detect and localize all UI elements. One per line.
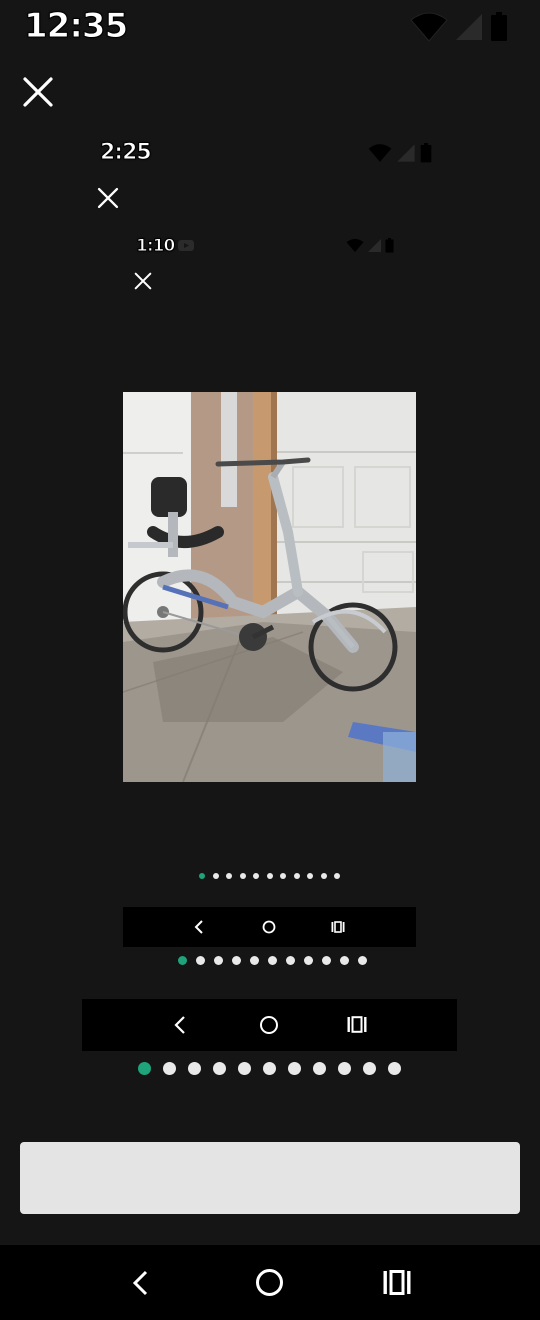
page-indicator <box>138 1062 401 1075</box>
status-time: 12:35 <box>23 6 128 47</box>
page-dot[interactable] <box>212 873 219 879</box>
page-dot[interactable] <box>226 873 232 879</box>
page-dot[interactable] <box>280 873 286 879</box>
close-icon-nested[interactable] <box>97 187 119 209</box>
page-dot[interactable] <box>322 956 331 965</box>
page-dot[interactable] <box>338 1062 351 1075</box>
page-dot[interactable] <box>213 1062 226 1075</box>
page-indicator-nested <box>178 956 367 965</box>
page-dot[interactable] <box>307 873 313 879</box>
page-dot[interactable] <box>196 956 205 965</box>
battery-icon <box>420 143 432 163</box>
page-dot[interactable] <box>268 956 277 965</box>
youtube-icon <box>178 240 194 251</box>
recents-icon[interactable] <box>331 921 345 933</box>
recents-icon[interactable] <box>383 1270 411 1295</box>
page-dot[interactable] <box>388 1062 401 1075</box>
wifi-icon <box>346 238 364 253</box>
page-dot[interactable] <box>363 1062 376 1075</box>
close-icon[interactable] <box>22 76 54 108</box>
page-dot[interactable] <box>334 873 340 879</box>
page-dot[interactable] <box>293 873 300 879</box>
page-dot[interactable] <box>263 1062 276 1075</box>
status-time-nested: 2:25 <box>100 140 153 166</box>
page-dot[interactable] <box>239 873 246 879</box>
page-dot[interactable] <box>313 1062 326 1075</box>
page-indicator-nested-2 <box>199 873 340 879</box>
page-dot[interactable] <box>288 1062 301 1075</box>
close-icon-nested-2[interactable] <box>134 272 152 290</box>
home-icon[interactable] <box>259 1015 279 1035</box>
page-dot[interactable] <box>214 956 223 965</box>
status-icons-nested-2 <box>346 238 394 253</box>
message-bar[interactable] <box>20 1142 520 1214</box>
back-icon[interactable] <box>128 1268 152 1298</box>
signal-icon <box>397 144 415 162</box>
bicycle-photo <box>123 392 416 782</box>
recents-icon[interactable] <box>347 1016 367 1033</box>
page-dot[interactable] <box>163 1062 176 1075</box>
page-dot-active[interactable] <box>138 1062 151 1075</box>
listing-photo[interactable] <box>123 392 416 782</box>
wifi-icon <box>368 144 392 162</box>
page-dot[interactable] <box>266 873 273 879</box>
home-icon[interactable] <box>262 920 276 934</box>
page-dot-active[interactable] <box>199 873 205 879</box>
page-dot[interactable] <box>188 1062 201 1075</box>
page-dot-active[interactable] <box>178 956 187 965</box>
page-dot[interactable] <box>304 956 313 965</box>
battery-icon <box>491 12 507 41</box>
page-dot[interactable] <box>238 1062 251 1075</box>
signal-icon <box>456 14 482 40</box>
page-dot[interactable] <box>340 956 349 965</box>
status-icons-nested <box>368 143 432 163</box>
back-icon[interactable] <box>193 919 205 935</box>
status-icons <box>410 12 508 42</box>
page-dot[interactable] <box>358 956 367 965</box>
wifi-icon <box>410 12 448 42</box>
signal-icon <box>368 239 381 252</box>
battery-icon <box>385 238 394 253</box>
page-dot[interactable] <box>320 873 327 879</box>
page-dot[interactable] <box>286 956 295 965</box>
status-time-nested-2: 1:10 <box>135 236 175 257</box>
page-dot[interactable] <box>253 873 259 879</box>
back-icon[interactable] <box>172 1015 188 1035</box>
home-icon[interactable] <box>254 1267 285 1298</box>
page-dot[interactable] <box>232 956 241 965</box>
page-dot[interactable] <box>250 956 259 965</box>
